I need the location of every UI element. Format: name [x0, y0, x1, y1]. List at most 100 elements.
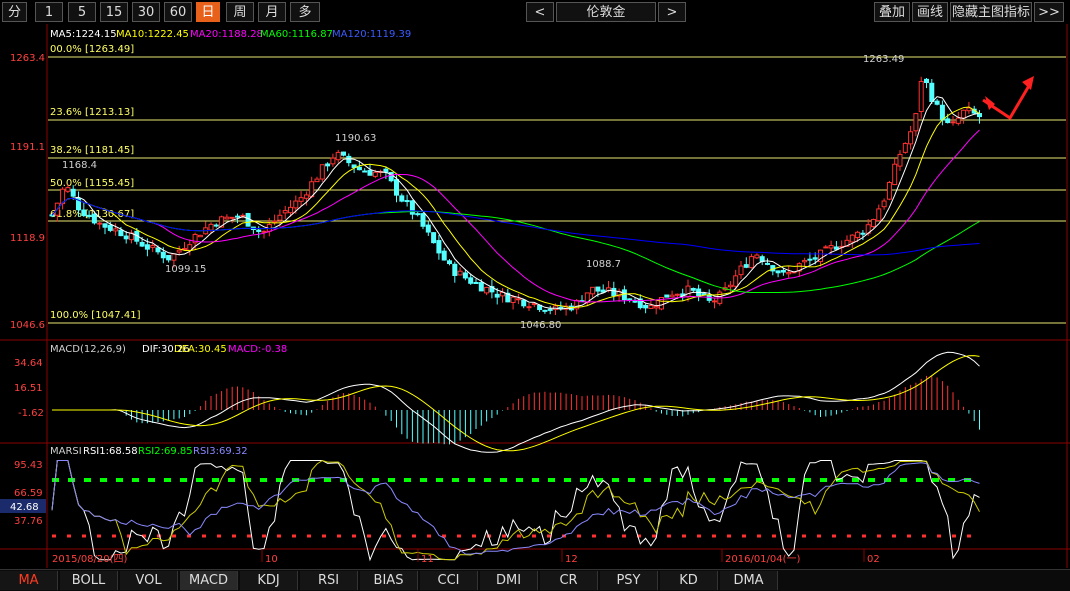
candle	[881, 200, 887, 208]
tab-psy[interactable]: PSY	[600, 571, 658, 590]
candle	[955, 117, 961, 124]
candle	[335, 151, 341, 161]
candle	[897, 153, 903, 167]
candle	[362, 170, 368, 173]
candle	[383, 168, 389, 173]
candle	[441, 250, 447, 261]
candle	[950, 121, 956, 124]
rsi-y-tick: 66.59	[14, 488, 43, 499]
tab-kdj[interactable]: KDJ	[240, 571, 298, 590]
candle	[139, 242, 145, 247]
y-tick: 1191.1	[10, 142, 45, 153]
rsi3-value: RSI3:69.32	[193, 446, 248, 457]
tab-cci[interactable]: CCI	[420, 571, 478, 590]
candle	[325, 163, 331, 167]
rsi3-line	[51, 460, 980, 555]
annotation: 1190.63	[335, 133, 376, 144]
x-tick: 12	[565, 554, 578, 565]
rsi-y-tick: 37.76	[14, 516, 43, 527]
x-tick: 11	[421, 554, 434, 565]
candle	[494, 293, 500, 298]
candle	[166, 255, 172, 261]
candle	[197, 234, 203, 238]
candle	[664, 294, 670, 298]
candle	[182, 248, 187, 251]
candle	[107, 224, 113, 231]
ma10-line	[51, 106, 980, 309]
candle	[855, 231, 861, 239]
fib-label: 23.6% [1213.13]	[50, 107, 134, 118]
tab-dmi[interactable]: DMI	[480, 571, 538, 590]
candle	[97, 222, 103, 225]
candle	[256, 229, 262, 232]
candle	[367, 169, 373, 176]
tab-boll[interactable]: BOLL	[60, 571, 118, 590]
candle	[786, 271, 792, 275]
main-y-axis: 1263.4 1191.1 1118.9 1046.6	[10, 53, 45, 331]
fib-levels: 00.0% [1263.49] 23.6% [1213.13] 38.2% [1…	[48, 44, 1066, 324]
macd-dea-line	[52, 355, 980, 452]
y-tick: 1046.6	[10, 320, 45, 331]
candle	[102, 223, 108, 228]
macd-title: MACD(12,26,9)	[50, 344, 126, 355]
candle	[871, 219, 876, 228]
macd-y-tick: 16.51	[14, 383, 43, 394]
moving-averages	[51, 96, 980, 310]
candle	[431, 232, 437, 244]
tab-kd[interactable]: KD	[660, 571, 718, 590]
candle	[547, 308, 553, 311]
candle	[743, 264, 749, 268]
candle	[224, 216, 230, 220]
candle	[319, 164, 325, 180]
tab-bias[interactable]: BIAS	[360, 571, 418, 590]
kline-chart[interactable]: 1263.4 1191.1 1118.9 1046.6 MA5:1224.15 …	[0, 0, 1070, 569]
tab-ma[interactable]: MA	[0, 571, 58, 590]
candle	[802, 259, 808, 263]
x-axis: 2015/08/20(四) 10 11 12 2016/01/04(一) 02	[52, 549, 880, 565]
candle	[457, 270, 463, 276]
ma5-line	[51, 96, 980, 310]
candle	[394, 179, 399, 196]
x-tick: 02	[867, 554, 880, 565]
y-tick: 1263.4	[10, 53, 45, 64]
candle	[303, 194, 309, 199]
ma5-legend: MA5:1224.15	[50, 29, 117, 40]
candle	[314, 178, 320, 183]
candle	[892, 163, 898, 186]
rsi2-line	[51, 459, 980, 561]
candle	[961, 109, 967, 119]
candle	[908, 131, 914, 145]
candle	[113, 228, 119, 232]
candle	[669, 294, 675, 298]
candle	[452, 263, 458, 276]
candle	[330, 157, 336, 165]
macd-y-tick: -1.62	[18, 408, 44, 419]
candle	[913, 113, 919, 132]
tab-dma[interactable]: DMA	[720, 571, 778, 590]
candle	[531, 303, 537, 306]
candle	[902, 142, 908, 153]
candle	[939, 104, 945, 121]
candle	[515, 298, 521, 301]
rsi1-line	[51, 460, 980, 562]
candle	[886, 182, 892, 200]
candle	[924, 78, 929, 84]
tab-cr[interactable]: CR	[540, 571, 598, 590]
ma60-legend: MA60:1116.87	[260, 29, 333, 40]
candles	[49, 76, 982, 316]
candle	[823, 246, 829, 249]
candle	[754, 254, 760, 259]
candle	[282, 210, 288, 214]
candle	[372, 171, 378, 177]
candle	[648, 305, 654, 309]
tab-macd[interactable]: MACD	[180, 571, 238, 590]
tab-vol[interactable]: VOL	[120, 571, 178, 590]
rsi-panel: MARSI RSI1:68.58 RSI2:69.85 RSI3:69.32 9…	[0, 446, 980, 562]
candle	[812, 257, 818, 260]
fib-label: 38.2% [1181.45]	[50, 145, 134, 156]
candle	[468, 277, 474, 284]
candle	[346, 155, 352, 164]
tab-rsi[interactable]: RSI	[300, 571, 358, 590]
indicator-tabs: MA BOLL VOL MACD KDJ RSI BIAS CCI DMI CR…	[0, 569, 1070, 591]
candle	[733, 275, 739, 287]
